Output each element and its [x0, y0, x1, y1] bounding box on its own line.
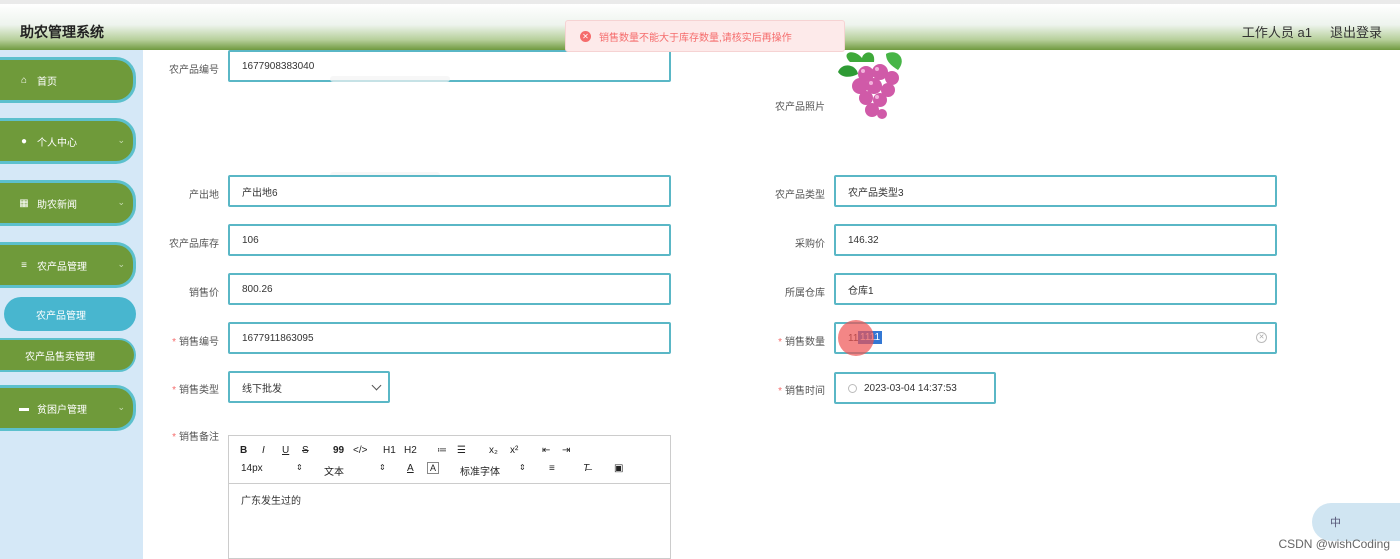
chevron-down-icon: ⌄	[117, 135, 125, 145]
sidebar-item-news[interactable]: ▦ 助农新闻 ⌄	[0, 180, 136, 226]
font-size-select[interactable]: 14px	[241, 463, 263, 474]
chevron-down-icon: ⌄	[117, 402, 125, 412]
required-mark: *	[172, 432, 176, 443]
sidebar-item-label: 农产品管理	[37, 261, 87, 273]
code-button[interactable]: </>	[353, 445, 367, 456]
clear-format-icon[interactable]: T̶	[583, 463, 589, 474]
sale-time-label: * 销售时间	[778, 386, 825, 397]
ordered-list-button[interactable]: ≔	[437, 445, 447, 456]
monitor-icon: ▬	[19, 402, 29, 414]
sale-time-value: 2023-03-04 14:37:53	[864, 382, 957, 394]
sale-price-field[interactable]: 800.26	[228, 273, 671, 305]
blur-artifact	[330, 76, 450, 82]
sale-type-select[interactable]: 线下批发	[228, 371, 390, 403]
sidebar-sub-product-manage[interactable]: 农产品管理	[4, 297, 136, 331]
user-icon: ●	[20, 135, 28, 147]
chevron-down-icon	[371, 380, 382, 391]
bullet-list-button[interactable]: ☰	[457, 445, 466, 456]
qty-selected-text: 1111	[858, 331, 883, 344]
error-toast: ✕ 销售数量不能大于库存数量,请核实后再操作	[565, 20, 845, 52]
purchase-price-label: 采购价	[795, 239, 825, 250]
underline-button[interactable]: U	[282, 445, 289, 456]
sidebar-item-profile[interactable]: ● 个人中心 ⌄	[0, 118, 136, 164]
grid-icon: ▦	[19, 197, 29, 209]
sale-code-field[interactable]: 1677911863095	[228, 322, 671, 354]
header-actions: 工作人员 a1 退出登录	[1242, 22, 1382, 41]
product-code-label: 农产品编号	[169, 65, 219, 76]
required-mark: *	[778, 337, 782, 348]
purchase-price-field[interactable]: 146.32	[834, 224, 1277, 256]
logout-link[interactable]: 退出登录	[1330, 22, 1382, 41]
chevron-updown-icon: ⇕	[519, 463, 526, 472]
list-icon: ≡	[21, 259, 27, 271]
subscript-button[interactable]: x₂	[489, 445, 498, 456]
sidebar-item-products[interactable]: ≡ 农产品管理 ⌄	[0, 242, 136, 288]
font-family-select[interactable]: 标准字体	[460, 463, 500, 478]
required-mark: *	[172, 337, 176, 348]
chevron-down-icon: ⌄	[117, 197, 125, 207]
align-left-icon[interactable]: ≡	[549, 463, 555, 474]
chevron-updown-icon: ⇕	[379, 463, 386, 472]
category-field[interactable]: 农产品类型3	[834, 175, 1277, 207]
font-color-button[interactable]: A	[407, 463, 414, 474]
sale-type-label: * 销售类型	[172, 385, 219, 396]
category-label: 农产品类型	[775, 190, 825, 201]
required-mark: *	[172, 385, 176, 396]
sidebar-item-poor-households[interactable]: ▬ 贫困户管理 ⌄	[0, 385, 136, 431]
background-color-button[interactable]: A	[427, 462, 440, 474]
app-title: 助农管理系统	[20, 24, 104, 40]
superscript-button[interactable]: x²	[510, 445, 518, 456]
image-icon[interactable]: ▣	[614, 463, 623, 474]
origin-label: 产出地	[189, 190, 219, 201]
qty-text: 11	[848, 333, 859, 344]
sale-time-picker[interactable]: 2023-03-04 14:37:53	[834, 372, 996, 404]
remarks-editor[interactable]: B I U S 99 </> H1 H2 ≔ ☰ x₂ x² ⇤ ⇥ 14px …	[228, 435, 671, 559]
sale-type-value: 线下批发	[242, 383, 282, 395]
clear-icon[interactable]: ✕	[1256, 332, 1267, 343]
watermark: CSDN @wishCoding	[1278, 537, 1390, 551]
sidebar-sub-product-sales[interactable]: 农产品售卖管理	[0, 338, 136, 372]
clock-icon	[848, 383, 857, 393]
warehouse-label: 所属仓库	[785, 288, 825, 299]
sidebar-item-label: 首页	[37, 76, 57, 88]
blockquote-button[interactable]: 99	[333, 445, 344, 456]
sale-qty-label: * 销售数量	[778, 337, 825, 348]
outdent-button[interactable]: ⇤	[542, 445, 550, 456]
warehouse-field[interactable]: 仓库1	[834, 273, 1277, 305]
stock-field[interactable]: 106	[228, 224, 671, 256]
chevron-down-icon: ⌄	[117, 259, 125, 269]
sale-qty-input[interactable]: 11 1111 ✕	[834, 322, 1277, 354]
sale-price-label: 销售价	[189, 288, 219, 299]
sidebar-item-home[interactable]: ⌂ 首页	[0, 57, 136, 103]
text-style-select[interactable]: 文本	[324, 463, 344, 478]
remarks-label: * 销售备注	[172, 432, 219, 443]
strike-button[interactable]: S	[302, 445, 309, 456]
bold-button[interactable]: B	[240, 445, 247, 456]
sidebar-item-label: 助农新闻	[37, 199, 77, 211]
origin-field[interactable]: 产出地6	[228, 175, 671, 207]
required-mark: *	[778, 386, 782, 397]
home-icon: ⌂	[20, 74, 28, 86]
stock-label: 农产品库存	[169, 239, 219, 250]
current-user[interactable]: 工作人员 a1	[1242, 22, 1312, 41]
chevron-updown-icon: ⇕	[296, 463, 303, 472]
sidebar-item-label: 贫困户管理	[37, 404, 87, 416]
h2-button[interactable]: H2	[404, 445, 417, 456]
indent-button[interactable]: ⇥	[562, 445, 570, 456]
error-icon: ✕	[580, 30, 591, 42]
ime-indicator: 中	[1312, 503, 1400, 541]
editor-content[interactable]: 广东发生过的	[229, 484, 670, 515]
sidebar-item-label: 个人中心	[37, 137, 77, 149]
product-photo	[836, 48, 910, 126]
h1-button[interactable]: H1	[383, 445, 396, 456]
sale-code-label: * 销售编号	[172, 337, 219, 348]
ime-label: 中	[1330, 517, 1341, 529]
editor-toolbar: B I U S 99 </> H1 H2 ≔ ☰ x₂ x² ⇤ ⇥ 14px …	[229, 436, 670, 484]
italic-button[interactable]: I	[262, 445, 265, 456]
toast-message: 销售数量不能大于库存数量,请核实后再操作	[599, 32, 792, 44]
photo-label: 农产品照片	[775, 102, 825, 113]
